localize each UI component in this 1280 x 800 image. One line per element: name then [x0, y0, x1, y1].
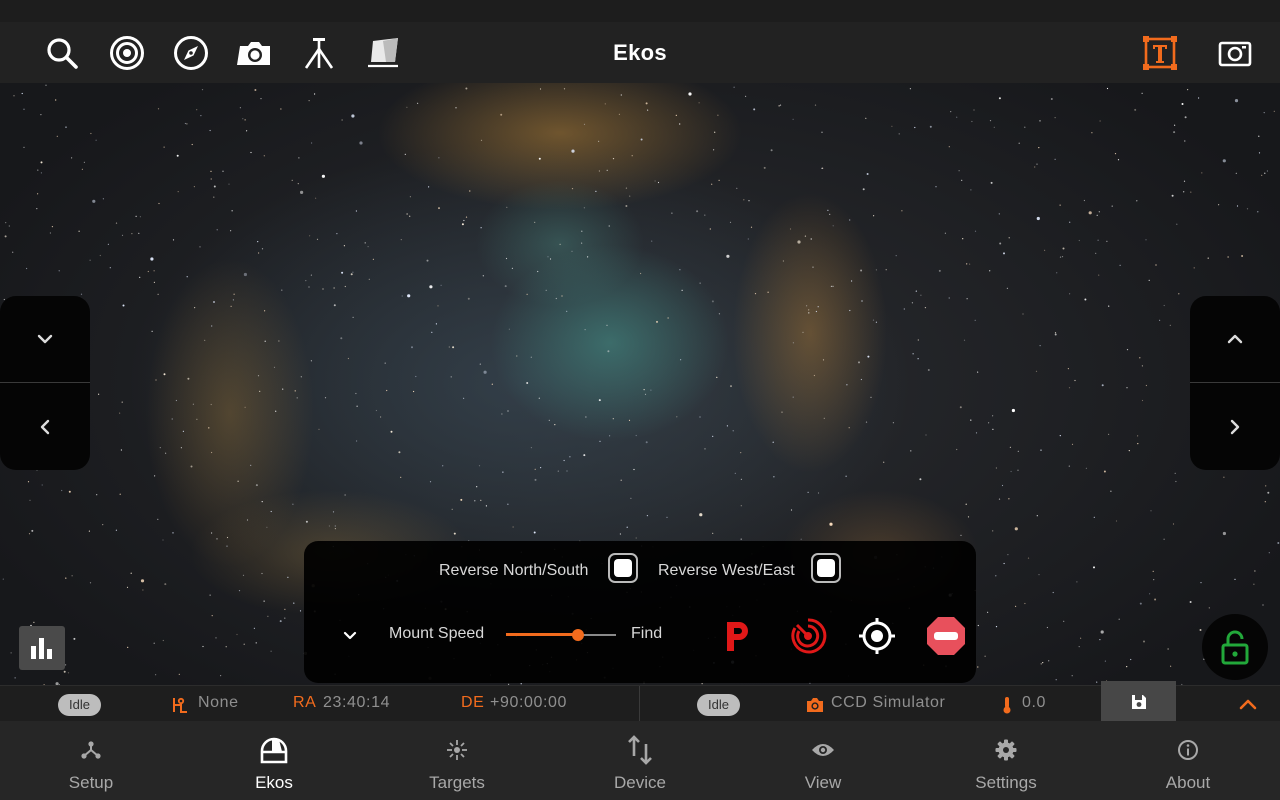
tracking-icon — [791, 618, 827, 654]
slew-west-button[interactable] — [0, 384, 90, 470]
mount-speed-slider[interactable] — [506, 627, 616, 643]
page-title: Ekos — [613, 40, 667, 65]
temperature-value: 0.0 — [1022, 694, 1047, 711]
flat-panel-icon[interactable] — [364, 34, 402, 72]
ekos-dome-icon — [259, 735, 289, 765]
divider — [1190, 382, 1280, 383]
park-icon — [727, 622, 748, 651]
capture-frame-icon[interactable] — [1216, 34, 1254, 72]
nav-setup[interactable]: Setup — [0, 721, 182, 800]
nav-device[interactable]: Device — [549, 721, 731, 800]
compass-icon[interactable] — [172, 34, 210, 72]
slew-east-button[interactable] — [1190, 384, 1280, 470]
chevron-up-icon — [1239, 699, 1257, 710]
ra-value: 23:40:14 — [323, 694, 391, 711]
nav-device-label: Device — [614, 773, 666, 792]
left-slew-panel — [0, 296, 90, 470]
tracking-button[interactable] — [786, 614, 830, 658]
goto-target-button[interactable] — [855, 614, 899, 658]
histogram-button[interactable] — [19, 626, 65, 670]
goto-target-icon — [859, 618, 895, 654]
text-frame-icon[interactable] — [1141, 34, 1179, 72]
target-icon[interactable] — [108, 34, 146, 72]
nav-view[interactable]: View — [732, 721, 914, 800]
reverse-ns-label: Reverse North/South — [439, 562, 589, 579]
setup-icon — [76, 735, 106, 765]
camera-state-badge: Idle — [697, 694, 740, 716]
mount-control-panel: Reverse North/South Reverse West/East Mo… — [304, 541, 976, 683]
de-value: +90:00:00 — [490, 694, 568, 711]
expand-status-button[interactable] — [1236, 694, 1260, 714]
divider — [639, 686, 640, 722]
slider-fill — [506, 633, 578, 636]
thermometer-icon — [1003, 697, 1011, 714]
nav-settings[interactable]: Settings — [915, 721, 1097, 800]
ra-label: RA — [293, 694, 317, 711]
nav-ekos[interactable]: Ekos — [183, 721, 365, 800]
camera-name: CCD Simulator — [831, 694, 946, 711]
gear-icon — [991, 735, 1021, 765]
reverse-we-label: Reverse West/East — [658, 562, 795, 579]
stop-icon — [927, 617, 965, 655]
bottom-navigation: Setup Ekos Targets Device View Settings … — [0, 721, 1280, 800]
device-arrows-icon — [625, 735, 655, 765]
mount-state-badge: Idle — [58, 694, 101, 716]
collapse-panel-button[interactable] — [340, 625, 360, 645]
chevron-left-icon — [40, 419, 50, 435]
slider-thumb[interactable] — [571, 629, 584, 641]
nav-targets[interactable]: Targets — [366, 721, 548, 800]
reverse-ns-checkbox[interactable] — [608, 553, 638, 583]
nav-about-label: About — [1165, 773, 1211, 792]
bar-chart-icon — [31, 638, 52, 659]
stop-button[interactable] — [924, 614, 968, 658]
chevron-up-icon — [1227, 334, 1243, 344]
pier-side-icon — [173, 697, 187, 713]
nav-about[interactable]: About — [1097, 721, 1279, 800]
de-label: DE — [461, 694, 485, 711]
chevron-right-icon — [1230, 419, 1240, 435]
nav-view-label: View — [804, 773, 842, 792]
divider — [0, 382, 90, 383]
top-toolbar: Ekos — [0, 22, 1280, 83]
info-icon — [1173, 735, 1203, 765]
save-button[interactable] — [1101, 681, 1176, 722]
nav-setup-label: Setup — [68, 773, 114, 792]
camera-icon[interactable] — [236, 34, 274, 72]
ekos-app: Ekos Reverse North/South Reverse West/Ea… — [0, 0, 1280, 800]
slew-north-button[interactable] — [1190, 296, 1280, 382]
reverse-we-checkbox[interactable] — [811, 553, 841, 583]
nav-targets-label: Targets — [429, 773, 485, 792]
nav-settings-label: Settings — [975, 773, 1037, 792]
tripod-icon[interactable] — [300, 34, 338, 72]
save-icon — [1131, 694, 1146, 709]
mount-speed-label: Mount Speed — [389, 625, 485, 642]
status-bar: Idle None RA 23:40:14 DE +90:00:00 Idle … — [0, 681, 1280, 722]
chevron-down-icon — [343, 631, 357, 640]
park-button[interactable] — [716, 614, 760, 658]
right-slew-panel — [1190, 296, 1280, 470]
slew-south-button[interactable] — [0, 296, 90, 382]
eye-icon — [808, 735, 838, 765]
camera-icon — [807, 698, 823, 712]
unlocked-padlock-icon — [1221, 630, 1249, 665]
mount-speed-value: Find — [631, 625, 663, 642]
system-status-bar — [0, 0, 1280, 22]
targets-icon — [442, 735, 472, 765]
nav-ekos-label: Ekos — [255, 773, 293, 792]
lock-toggle-button[interactable] — [1202, 614, 1268, 680]
chevron-down-icon — [37, 334, 53, 344]
pier-side-value: None — [198, 694, 239, 711]
search-icon[interactable] — [43, 34, 81, 72]
